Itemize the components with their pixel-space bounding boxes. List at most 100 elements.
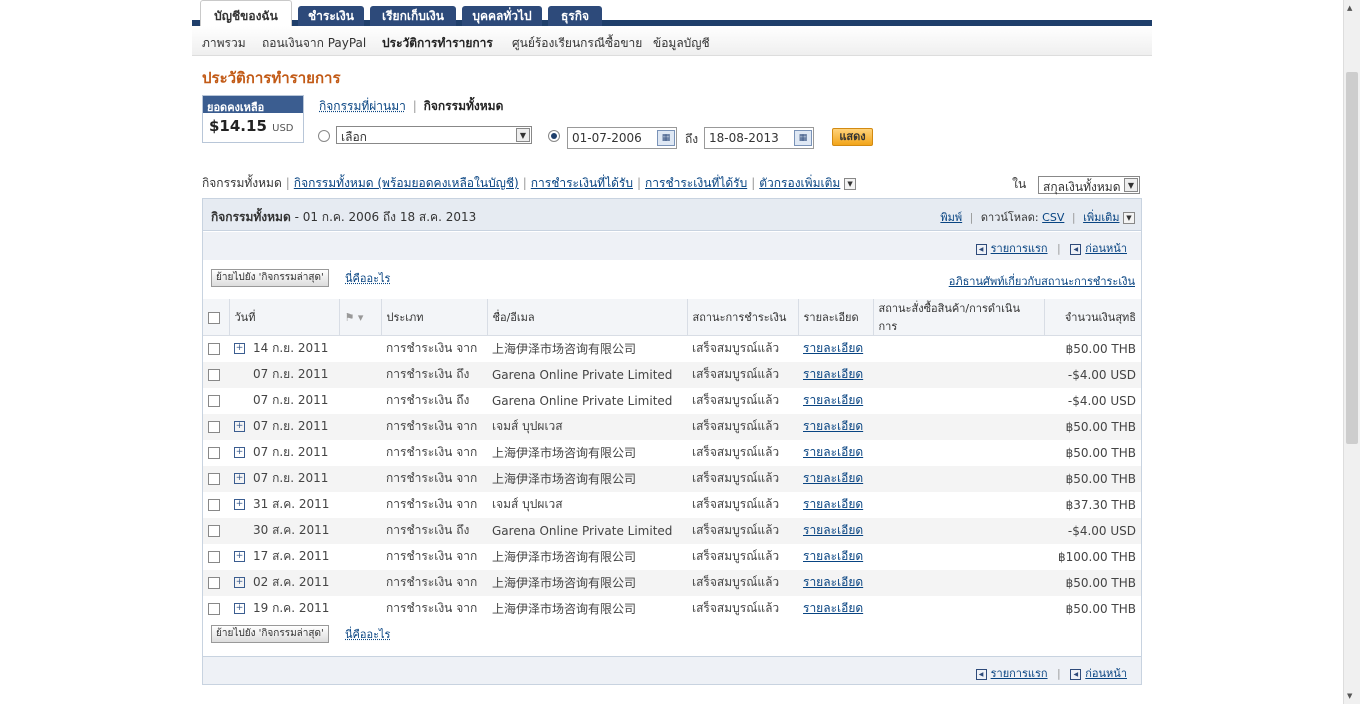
row-details-cell: รายละเอียด [798,544,873,570]
radio-date-range[interactable] [548,130,560,142]
filter-more[interactable]: ตัวกรองเพิ่มเติม [759,176,840,190]
select-all-checkbox[interactable] [208,311,220,324]
plus-box-icon[interactable]: + [234,343,245,355]
row-status: เสร็จสมบูรณ์แล้ว [687,413,798,440]
row-details-link[interactable]: รายละเอียด [803,601,863,615]
tab-my-account[interactable]: บัญชีของฉัน [200,0,292,26]
recent-activity-link[interactable]: กิจกรรมที่ผ่านมา [319,99,406,113]
subnav-profile[interactable]: ข้อมูลบัญชี [653,34,710,53]
download-label: ดาวน์โหลด: [980,211,1039,224]
status-glossary-link[interactable]: อภิธานศัพท์เกี่ยวกับสถานะการชำระเงิน [949,272,1135,290]
row-details-link[interactable]: รายละเอียด [803,341,863,355]
row-details-link[interactable]: รายละเอียด [803,575,863,589]
filter-payments-sent[interactable]: การชำระเงินที่ได้รับ [645,176,747,190]
more-link[interactable]: เพิ่มเติม [1083,211,1119,224]
table-row: +14 ก.ย. 2011 การชำระเงิน จาก 上海伊泽市场咨询有限公司… [203,336,1141,362]
move-to-recent-button[interactable]: ย้ายไปยัง 'กิจกรรมล่าสุด' [211,269,329,287]
row-amount: ฿50.00 THB [1044,465,1141,492]
arrow-left-box-icon: ◀ [975,668,987,680]
activity-panel: กิจกรรมทั้งหมด - 01 ก.ค. 2006 ถึง 18 ส.ค… [202,198,1142,685]
scroll-down-icon[interactable]: ▼ [1347,692,1352,700]
row-checkbox[interactable] [208,525,220,537]
row-checkbox[interactable] [208,447,220,459]
date-to-field[interactable]: 18-08-2013 ▦ [704,127,814,149]
show-button[interactable]: แสดง [832,128,873,146]
row-details-link[interactable]: รายละเอียด [803,549,863,563]
range-select[interactable]: เลือก ▼ [336,126,532,144]
vertical-scrollbar[interactable]: ▲ ▼ [1343,0,1360,704]
row-details-link[interactable]: รายละเอียด [803,497,863,511]
col-flag[interactable]: ⚑ ▾ [339,299,382,336]
row-amount: ฿50.00 THB [1044,413,1141,440]
plus-box-icon[interactable]: + [234,551,245,562]
plus-box-icon[interactable]: + [234,577,245,588]
subnav-history[interactable]: ประวัติการทำรายการ [382,34,493,53]
filter-payments-received[interactable]: การชำระเงินที่ได้รับ [531,176,633,190]
plus-box-icon[interactable]: + [234,447,245,458]
row-date-text: 31 ส.ค. 2011 [253,497,330,511]
chevron-down-icon[interactable]: ▼ [844,177,857,190]
col-status[interactable]: สถานะการชำระเงิน [687,299,799,336]
table-body: +14 ก.ย. 2011 การชำระเงิน จาก 上海伊泽市场咨询有限公司… [203,336,1141,622]
tab-personal[interactable]: บุคคลทั่วไป [462,6,542,26]
row-details-link[interactable]: รายละเอียด [803,471,863,485]
row-date-text: 19 ก.ค. 2011 [253,601,330,615]
row-order-status [873,388,1044,414]
row-details-link[interactable]: รายละเอียด [803,445,863,459]
row-details-cell: รายละเอียด [798,440,873,466]
row-checkbox[interactable] [208,395,220,407]
row-checkbox[interactable] [208,421,220,433]
col-date[interactable]: วันที่ [229,299,340,336]
scroll-up-icon[interactable]: ▲ [1347,4,1352,12]
row-checkbox[interactable] [208,603,220,615]
plus-box-icon[interactable]: + [234,603,245,614]
calendar-icon[interactable]: ▦ [794,130,812,146]
tab-pay[interactable]: ชำระเงิน [298,6,364,26]
plus-box-icon[interactable]: + [234,421,245,432]
plus-box-icon[interactable]: + [234,499,245,510]
tab-request[interactable]: เรียกเก็บเงิน [370,6,456,26]
row-checkbox[interactable] [208,369,220,381]
pager-prev-link[interactable]: ก่อนหน้า [1085,242,1127,255]
col-type[interactable]: ประเภท [381,299,488,336]
chevron-down-icon: ▼ [516,128,530,142]
currency-select[interactable]: สกุลเงินทั้งหมด ▼ [1038,175,1140,194]
pager-prev-link[interactable]: ก่อนหน้า [1085,667,1127,680]
row-details-link[interactable]: รายละเอียด [803,419,863,433]
row-details-link[interactable]: รายละเอียด [803,367,863,381]
what-is-this-link[interactable]: นี่คืออะไร [345,269,390,287]
col-name[interactable]: ชื่อ/อีเมล [487,299,688,336]
chevron-down-icon[interactable]: ▼ [1123,212,1135,224]
print-link[interactable]: พิมพ์ [940,211,962,224]
row-order-status [873,413,1044,440]
download-csv-link[interactable]: CSV [1042,211,1064,224]
row-details-link[interactable]: รายละเอียด [803,523,863,537]
plus-box-icon[interactable]: + [234,473,245,484]
row-checkbox[interactable] [208,577,220,589]
pager-first-link[interactable]: รายการแรก [991,667,1048,680]
tab-business[interactable]: ธุรกิจ [548,6,602,26]
row-checkbox[interactable] [208,473,220,485]
filter-with-balance[interactable]: กิจกรรมทั้งหมด (พร้อมยอดคงเหลือในบัญชี) [294,176,519,190]
col-amount[interactable]: จำนวนเงินสุทธิ [1044,299,1141,336]
subnav-resolution[interactable]: ศูนย์ร้องเรียนกรณีซื้อขาย [512,34,642,53]
table-row: 07 ก.ย. 2011 การชำระเงิน ถึง Garena Online… [203,388,1141,414]
what-is-this-link[interactable]: นี่คืออะไร [345,625,390,643]
subnav-withdraw[interactable]: ถอนเงินจาก PayPal [262,34,366,53]
range-select-value: เลือก [341,130,367,144]
move-to-recent-button[interactable]: ย้ายไปยัง 'กิจกรรมล่าสุด' [211,625,329,643]
row-status: เสร็จสมบูรณ์แล้ว [687,517,798,544]
row-checkbox[interactable] [208,551,220,563]
row-checkbox[interactable] [208,343,220,356]
row-select-cell [203,388,229,414]
scrollbar-thumb[interactable] [1346,72,1358,444]
pager-first-link[interactable]: รายการแรก [991,242,1048,255]
subnav-overview[interactable]: ภาพรวม [202,34,246,53]
row-amount: -$4.00 USD [1044,517,1141,544]
row-date: +17 ส.ค. 2011 [229,544,339,570]
row-checkbox[interactable] [208,499,220,511]
calendar-icon[interactable]: ▦ [657,130,675,146]
radio-select-range[interactable] [318,130,330,142]
row-details-link[interactable]: รายละเอียด [803,393,863,407]
date-from-field[interactable]: 01-07-2006 ▦ [567,127,677,149]
